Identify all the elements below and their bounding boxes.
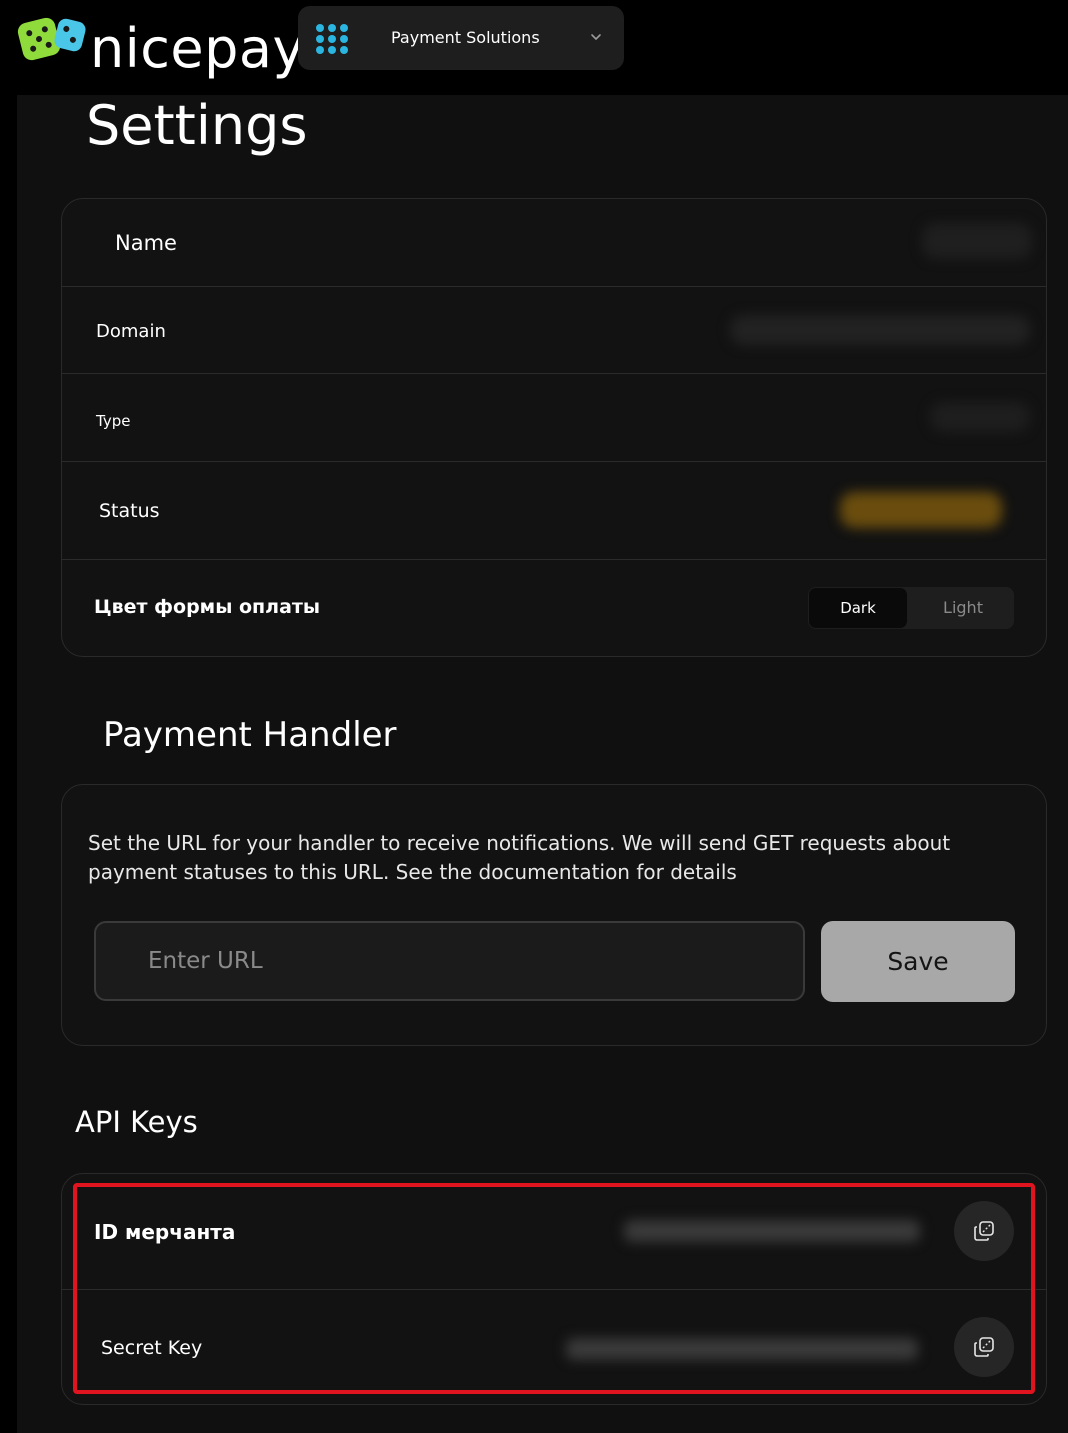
type-value-redacted — [930, 402, 1030, 432]
logo-text: nicepay — [90, 17, 305, 80]
chevron-down-icon — [591, 34, 601, 40]
status-label: Status — [99, 500, 160, 522]
top-bar: nicepay Payment Solutions — [0, 0, 1068, 95]
handler-description: Set the URL for your handler to receive … — [88, 831, 951, 884]
merchant-id-label: ID мерчанта — [94, 1220, 236, 1244]
main-content: Name Domain Type Status Цвет формы оплат… — [17, 95, 1068, 1433]
status-badge — [840, 492, 1002, 528]
theme-light-option[interactable]: Light — [914, 588, 1012, 628]
copy-icon — [974, 1221, 994, 1241]
payment-handler-card: Set the URL for your handler to receive … — [61, 784, 1047, 1046]
product-switcher[interactable]: Payment Solutions — [298, 6, 624, 70]
api-keys-card: ID мерчанта Secret Key — [61, 1173, 1047, 1405]
api-keys-title: API Keys — [75, 1105, 198, 1139]
copy-merchant-id-button[interactable] — [954, 1201, 1014, 1261]
theme-label: Цвет формы оплаты — [94, 596, 321, 618]
secret-key-row: Secret Key — [62, 1290, 1046, 1405]
merchant-id-row: ID мерчанта — [62, 1174, 1046, 1290]
type-label: Type — [96, 412, 131, 430]
secret-key-label: Secret Key — [101, 1337, 203, 1359]
info-row-domain: Domain — [62, 287, 1046, 374]
info-row-name: Name — [62, 199, 1046, 287]
name-value-redacted — [922, 223, 1032, 259]
dice-logo-icon — [15, 14, 88, 63]
info-row-status: Status — [62, 462, 1046, 560]
product-switcher-label: Payment Solutions — [391, 28, 540, 47]
logo[interactable]: nicepay — [15, 14, 305, 84]
merchant-info-card: Name Domain Type Status Цвет формы оплат… — [61, 198, 1047, 657]
page-title: Settings — [86, 94, 308, 157]
handler-url-input[interactable] — [94, 921, 805, 1001]
copy-secret-key-button[interactable] — [954, 1317, 1014, 1377]
grid-dots-icon — [316, 24, 350, 54]
save-button[interactable]: Save — [821, 921, 1015, 1002]
theme-dark-option[interactable]: Dark — [809, 588, 907, 628]
name-label: Name — [115, 231, 177, 255]
domain-label: Domain — [96, 321, 166, 342]
theme-toggle: Dark Light — [808, 587, 1014, 629]
merchant-id-value-redacted — [624, 1220, 920, 1242]
copy-icon — [974, 1337, 994, 1357]
info-row-type: Type — [62, 374, 1046, 462]
secret-key-value-redacted — [566, 1338, 918, 1360]
payment-handler-title: Payment Handler — [103, 715, 397, 755]
domain-value-redacted — [730, 315, 1030, 345]
